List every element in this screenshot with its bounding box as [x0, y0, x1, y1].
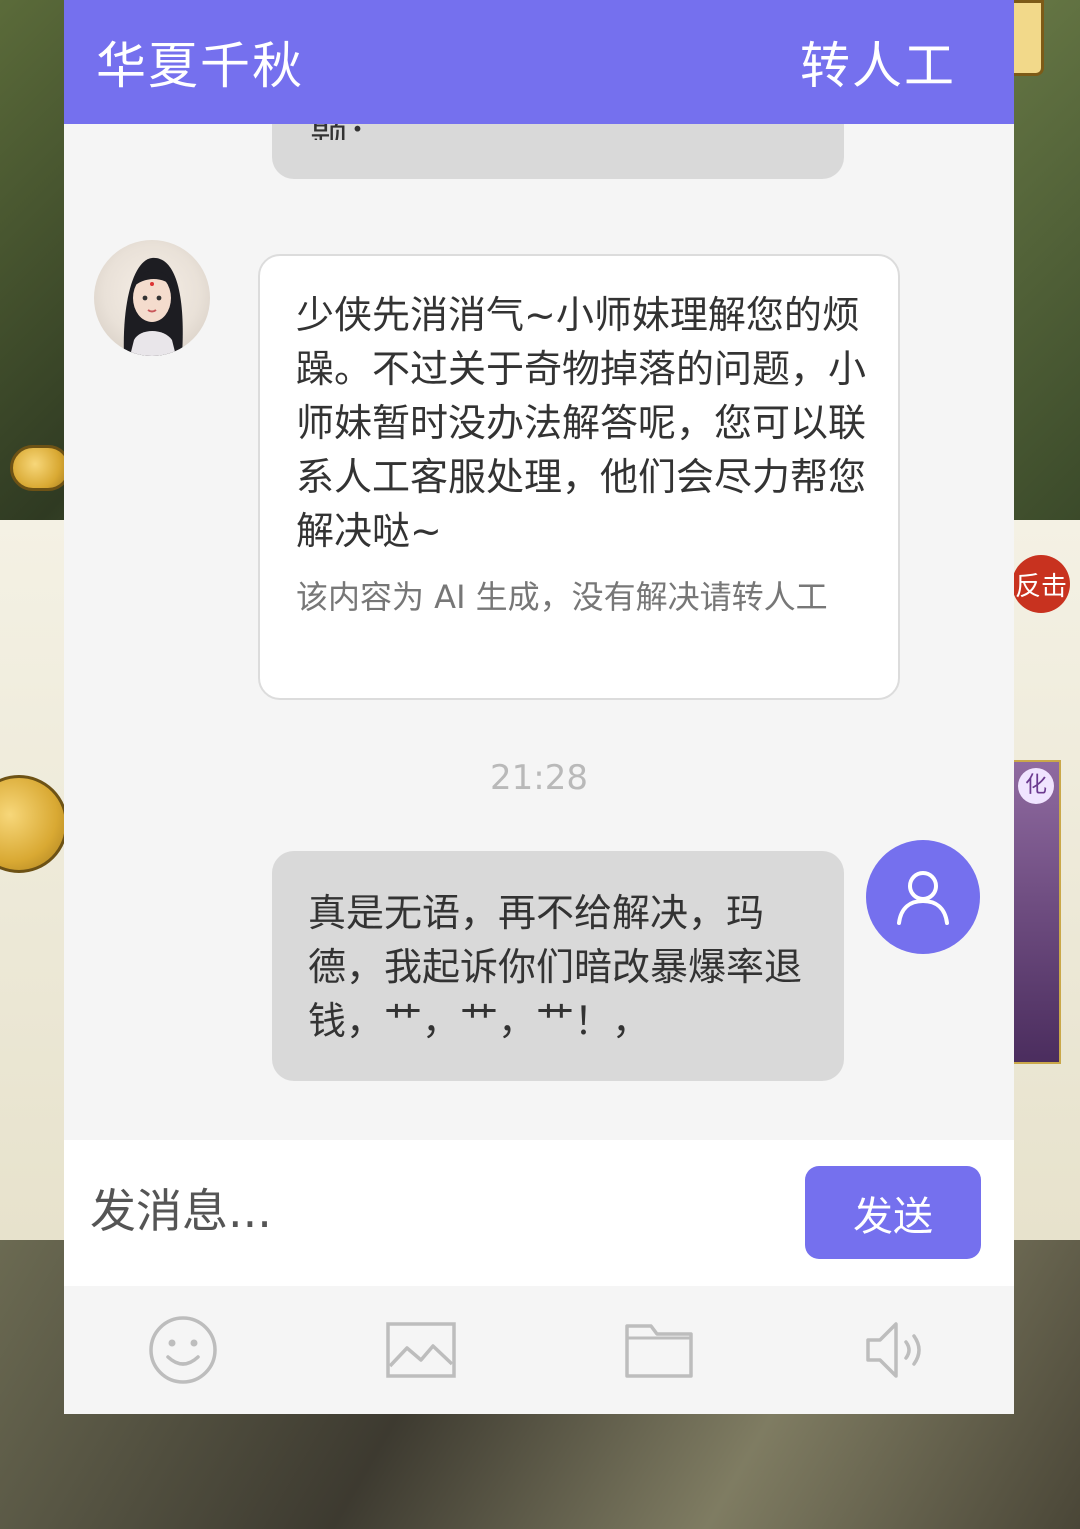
- file-button[interactable]: [623, 1314, 695, 1386]
- image-icon: [386, 1322, 456, 1378]
- folder-icon: [625, 1324, 693, 1378]
- hero-card: 化: [1012, 760, 1061, 1064]
- previous-message-bubble: 题：: [272, 124, 844, 179]
- card-tag: 化: [1018, 768, 1054, 804]
- chat-panel: 华夏千秋 转人工 题： 少侠先消消气~小师妹理解您的烦躁。不过关于奇物掉落的问题…: [64, 0, 1014, 1414]
- ai-generated-note: 该内容为 AI 生成，没有解决请转人工: [296, 578, 828, 616]
- chat-title: 华夏千秋: [96, 37, 304, 95]
- user-message-bubble: 真是无语，再不给解决，玛德，我起诉你们暗改暴爆率退钱，艹，艹，艹！，: [272, 851, 844, 1081]
- user-avatar: [866, 840, 980, 954]
- user-person-icon: [897, 871, 949, 925]
- message-list[interactable]: 题： 少侠先消消气~小师妹理解您的烦躁。不过关于奇物掉落的问题，小师妹暂时没办法…: [64, 124, 1014, 1140]
- transfer-to-human-button[interactable]: 转人工: [800, 26, 956, 98]
- bot-avatar-icon: [123, 257, 183, 356]
- send-button[interactable]: 发送: [805, 1166, 981, 1259]
- input-toolbar: [64, 1286, 1014, 1414]
- message-timestamp: 21:28: [490, 758, 588, 798]
- chat-header: 华夏千秋 转人工: [64, 0, 1014, 124]
- emoji-button[interactable]: [147, 1314, 219, 1386]
- previous-message-text: 题：: [310, 124, 386, 140]
- voice-button[interactable]: [862, 1314, 934, 1386]
- cloud-coin-icon: [10, 445, 71, 491]
- bot-message-bubble: 少侠先消消气~小师妹理解您的烦躁。不过关于奇物掉落的问题，小师妹暂时没办法解答呢…: [258, 254, 900, 700]
- user-message-text: 真是无语，再不给解决，玛德，我起诉你们暗改暴爆率退钱，艹，艹，艹！，: [308, 891, 803, 1043]
- bot-message-text: 少侠先消消气~小师妹理解您的烦躁。不过关于奇物掉落的问题，小师妹暂时没办法解答呢…: [296, 293, 867, 553]
- top-right-chip: [1010, 0, 1044, 76]
- smiley-icon: [149, 1316, 217, 1384]
- bot-avatar: [94, 240, 210, 356]
- counter-badge: 反击: [1012, 555, 1070, 613]
- speaker-icon: [866, 1322, 921, 1378]
- image-button[interactable]: [385, 1314, 457, 1386]
- message-input-bar: 发送: [64, 1140, 1014, 1286]
- message-input[interactable]: [88, 1170, 772, 1252]
